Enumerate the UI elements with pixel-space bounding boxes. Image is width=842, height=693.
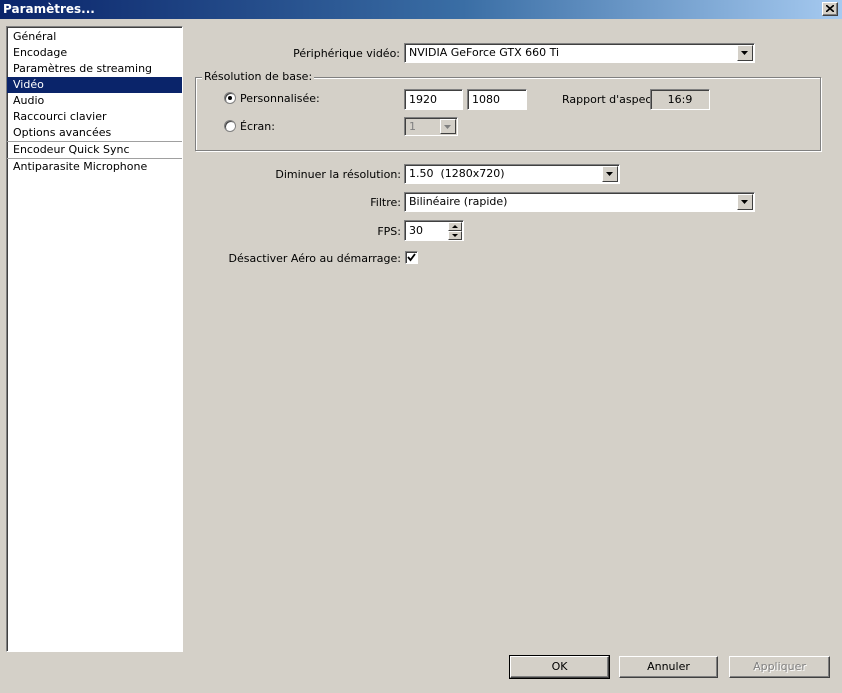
screen-select-value: 1 bbox=[409, 120, 416, 133]
sidebar-item-video[interactable]: Vidéo bbox=[7, 77, 182, 93]
checkmark-icon bbox=[407, 253, 416, 262]
close-icon bbox=[826, 5, 834, 12]
settings-sidebar: Général Encodage Paramètres de streaming… bbox=[6, 26, 183, 652]
screen-resolution-label[interactable]: Écran: bbox=[240, 120, 275, 133]
device-label: Périphérique vidéo: bbox=[293, 47, 400, 60]
window-titlebar: Paramètres... bbox=[0, 0, 842, 19]
ok-button[interactable]: OK bbox=[509, 655, 610, 679]
chevron-down-icon bbox=[444, 125, 451, 129]
sidebar-item-advanced[interactable]: Options avancées bbox=[7, 125, 182, 141]
sidebar-item-streaming[interactable]: Paramètres de streaming bbox=[7, 61, 182, 77]
sidebar-item-general[interactable]: Général bbox=[7, 29, 182, 45]
close-button[interactable] bbox=[822, 2, 838, 16]
cancel-button[interactable]: Annuler bbox=[619, 656, 718, 678]
downscale-select-dropdown[interactable] bbox=[602, 166, 618, 182]
arrow-down-icon bbox=[452, 234, 458, 237]
fps-spinner[interactable]: 30 bbox=[404, 220, 464, 241]
device-select-value: NVIDIA GeForce GTX 660 Ti bbox=[409, 46, 560, 59]
aspect-ratio-value: 16:9 bbox=[667, 93, 693, 106]
apply-button[interactable]: Appliquer bbox=[729, 656, 830, 678]
screen-select-dropdown[interactable] bbox=[440, 119, 456, 134]
resolution-width-value: 1920 bbox=[409, 93, 437, 106]
arrow-up-icon bbox=[452, 225, 458, 228]
aspect-ratio-label: Rapport d'aspect bbox=[562, 93, 656, 106]
window-title: Paramètres... bbox=[3, 2, 95, 16]
resolution-width-input[interactable]: 1920 bbox=[404, 89, 463, 110]
screen-resolution-radio[interactable] bbox=[224, 120, 236, 132]
filter-select-dropdown[interactable] bbox=[737, 194, 753, 210]
device-select[interactable]: NVIDIA GeForce GTX 660 Ti bbox=[404, 43, 755, 63]
downscale-label: Diminuer la résolution: bbox=[275, 168, 401, 181]
downscale-select[interactable]: 1.50 (1280x720) bbox=[404, 164, 620, 184]
resolution-height-input[interactable]: 1080 bbox=[467, 89, 527, 110]
filter-select[interactable]: Bilinéaire (rapide) bbox=[404, 192, 755, 212]
sidebar-item-encoding[interactable]: Encodage bbox=[7, 45, 182, 61]
chevron-down-icon bbox=[741, 200, 748, 204]
aspect-ratio-value-box: 16:9 bbox=[650, 89, 710, 110]
chevron-down-icon bbox=[741, 51, 748, 55]
device-select-dropdown[interactable] bbox=[737, 45, 753, 61]
fps-value: 30 bbox=[409, 224, 423, 237]
downscale-select-value: 1.50 (1280x720) bbox=[409, 167, 505, 180]
disable-aero-checkbox[interactable] bbox=[405, 251, 418, 264]
filter-select-value: Bilinéaire (rapide) bbox=[409, 195, 508, 208]
sidebar-item-quicksync[interactable]: Encodeur Quick Sync bbox=[7, 142, 182, 158]
fps-label: FPS: bbox=[377, 225, 401, 238]
fps-increment-button[interactable] bbox=[448, 222, 462, 231]
custom-resolution-radio[interactable] bbox=[224, 92, 236, 104]
resolution-height-value: 1080 bbox=[472, 93, 500, 106]
filter-label: Filtre: bbox=[370, 196, 401, 209]
radio-dot bbox=[228, 96, 232, 100]
base-resolution-legend: Résolution de base: bbox=[202, 70, 315, 83]
fps-decrement-button[interactable] bbox=[448, 231, 462, 240]
sidebar-item-noise-gate[interactable]: Antiparasite Microphone bbox=[7, 159, 182, 175]
disable-aero-label: Désactiver Aéro au démarrage: bbox=[228, 252, 402, 265]
sidebar-item-audio[interactable]: Audio bbox=[7, 93, 182, 109]
chevron-down-icon bbox=[606, 172, 613, 176]
custom-resolution-label[interactable]: Personnalisée: bbox=[240, 92, 320, 105]
screen-select[interactable]: 1 bbox=[404, 117, 458, 136]
sidebar-item-hotkeys[interactable]: Raccourci clavier bbox=[7, 109, 182, 125]
